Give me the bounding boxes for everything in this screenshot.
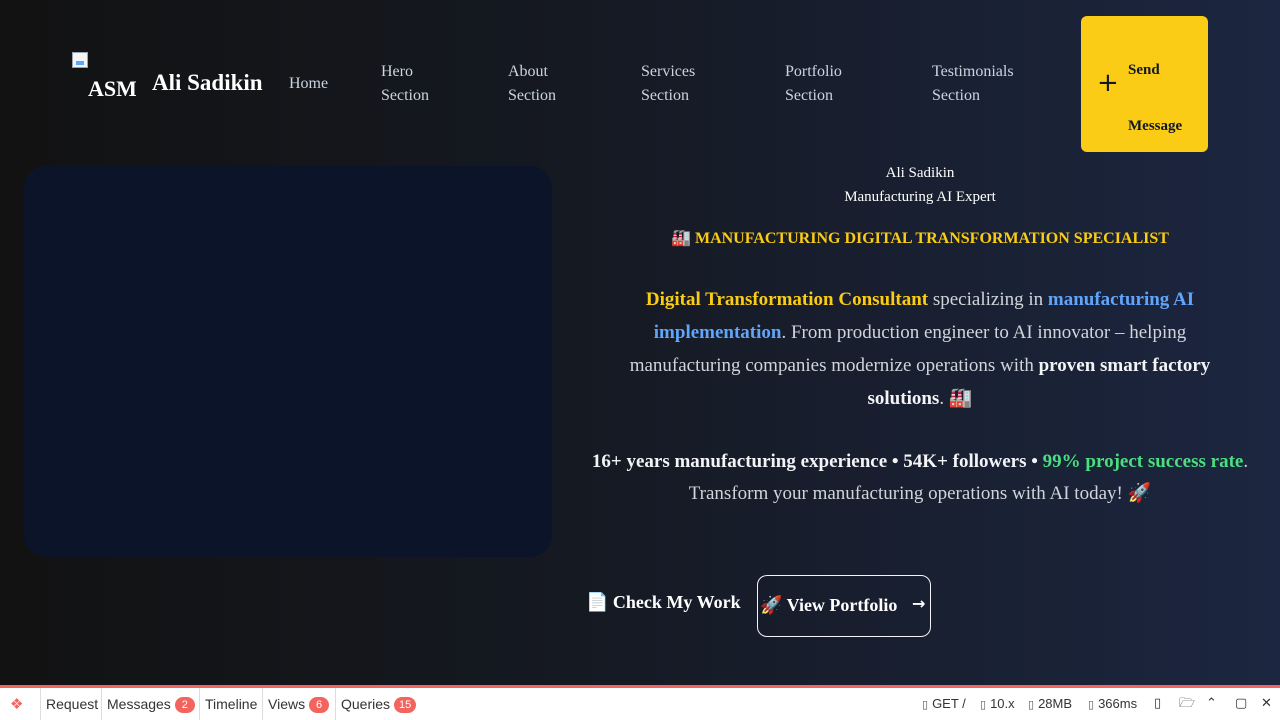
nav-label-line1: Hero (381, 63, 413, 80)
nav-label-line2: Section (381, 87, 429, 104)
check-my-work-label: Check My Work (612, 592, 741, 612)
debug-tab-label: Views (268, 696, 306, 712)
description-text: . (939, 388, 949, 409)
folder-open-icon[interactable]: 🗁 (1179, 688, 1195, 720)
restore-icon[interactable]: ▢ (1235, 688, 1247, 720)
nav-label-line1: Portfolio (785, 63, 842, 80)
stats-success-rate: 99% project success rate (1042, 451, 1244, 472)
description-highlight-consultant: Digital Transformation Consultant (645, 289, 929, 310)
debug-tab-label: Messages (107, 696, 171, 712)
nav-label-line2: Section (932, 87, 980, 104)
debug-version: ▯ 10.x (980, 688, 1015, 720)
nav-testimonials-section[interactable]: Testimonials Section (932, 60, 1014, 108)
rocket-icon: 🚀 (760, 595, 783, 615)
description-text: specializing in (928, 289, 1048, 310)
debug-tab-label: Queries (341, 696, 391, 712)
view-portfolio-label: View Portfolio (786, 595, 898, 615)
broken-image-icon (72, 52, 88, 68)
factory-icon: 🏭 (948, 388, 973, 409)
nav-services-section[interactable]: Services Section (641, 60, 695, 108)
nav-label-line2: Section (508, 87, 556, 104)
send-message-label-line1: Send (1128, 62, 1160, 78)
framework-icon: ▯ (980, 698, 987, 711)
debug-method-value: GET / (932, 696, 966, 711)
rocket-icon: 🚀 (1127, 483, 1152, 504)
debug-tab-label: Request (46, 696, 99, 712)
arrow-right-icon: → (912, 594, 926, 613)
stats-bold: 16+ years manufacturing experience • 54K… (591, 451, 1043, 472)
debug-badge: 2 (174, 697, 195, 713)
nav-home[interactable]: Home (289, 72, 328, 96)
profile-role: Manufacturing AI Expert (844, 189, 996, 205)
debug-bar: ❖ Request Messages 2 Timeline Views 6 Quer… (0, 685, 1280, 720)
logo-alt-text: ASM (88, 76, 136, 100)
nav-label-line1: Services (641, 63, 696, 80)
factory-icon: 🏭 (671, 230, 691, 247)
history-icon[interactable]: ▯ (1154, 688, 1161, 720)
chevron-up-icon[interactable]: ⌃ (1206, 688, 1217, 720)
debug-tab-timeline[interactable]: Timeline (199, 688, 262, 720)
hero-description: Digital Transformation Consultant specia… (600, 283, 1240, 415)
debug-tab-views[interactable]: Views 6 (262, 688, 334, 720)
debug-tab-queries[interactable]: Queries 15 (335, 688, 421, 720)
debug-tab-request[interactable]: Request (40, 688, 103, 720)
debug-memory: ▯ 28MB (1028, 688, 1072, 720)
debug-duration-value: 366ms (1098, 696, 1138, 711)
debug-memory-value: 28MB (1038, 696, 1073, 711)
check-my-work-button[interactable]: 📄 Check My Work (586, 592, 741, 620)
view-portfolio-button[interactable]: 🚀 View Portfolio → (757, 575, 931, 637)
site-header: ASM Ali Sadikin Home Hero Section About … (0, 0, 1280, 168)
document-icon: 📄 (586, 592, 609, 612)
close-icon[interactable]: ✕ (1261, 688, 1272, 720)
plus-icon: + (1097, 68, 1119, 98)
nav-about-section[interactable]: About Section (508, 60, 556, 108)
nav-label-line2: Section (641, 87, 689, 104)
nav-label-line1: Testimonials (932, 63, 1014, 80)
debug-request-method[interactable]: ▯ GET / (922, 688, 966, 720)
send-message-label-line2: Message (1128, 118, 1183, 134)
profile-name: Ali Sadikin (885, 165, 955, 181)
nav-label-line2: Section (785, 87, 833, 104)
debug-duration: ▯ 366ms (1088, 688, 1137, 720)
debug-tab-label: Timeline (205, 696, 258, 712)
logo-image[interactable]: ASM (72, 52, 136, 100)
specialist-heading: 🏭 MANUFACTURING DIGITAL TRANSFORMATION S… (600, 228, 1240, 248)
specialist-text: MANUFACTURING DIGITAL TRANSFORMATION SPE… (694, 230, 1169, 247)
hero-image-panel (24, 166, 552, 557)
route-icon: ▯ (922, 698, 929, 711)
hero-stats: 16+ years manufacturing experience • 54K… (588, 446, 1252, 510)
send-message-button[interactable]: + Send Message (1081, 16, 1208, 152)
debug-tab-messages[interactable]: Messages 2 (101, 688, 200, 720)
debug-version-value: 10.x (990, 696, 1015, 711)
nav-hero-section[interactable]: Hero Section (381, 60, 429, 108)
debug-badge: 15 (394, 697, 417, 713)
nav-portfolio-section[interactable]: Portfolio Section (785, 60, 842, 108)
clock-icon: ▯ (1088, 698, 1095, 711)
brand-name[interactable]: Ali Sadikin (152, 70, 263, 96)
debug-badge: 6 (309, 697, 330, 713)
memory-icon: ▯ (1028, 698, 1035, 711)
nav-label-line1: About (508, 63, 548, 80)
laravel-logo-icon[interactable]: ❖ (10, 695, 32, 715)
nav-home-label: Home (289, 75, 329, 92)
